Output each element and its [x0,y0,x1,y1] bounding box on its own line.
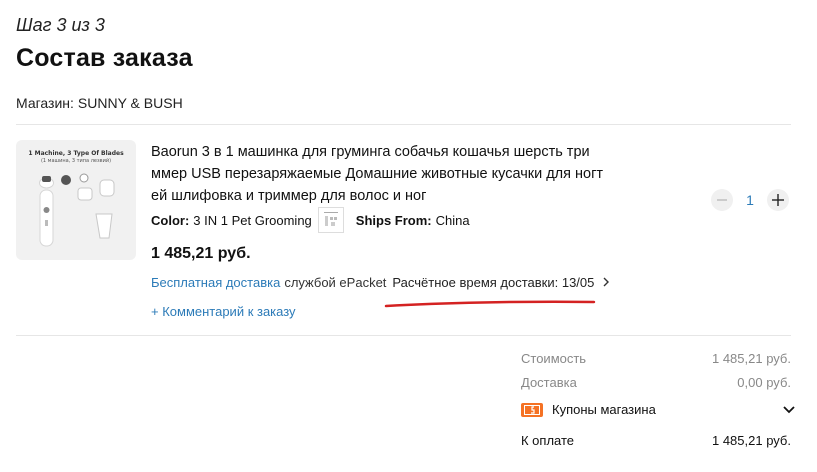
total-value: 1 485,21 руб. [711,433,791,448]
divider [16,124,791,125]
grooming-device-illustration [39,173,115,247]
coupon-icon [521,402,543,417]
minus-icon[interactable] [711,189,733,211]
red-underline-annotation [384,300,596,308]
store-name[interactable]: SUNNY & BUSH [78,95,183,111]
store-info: Магазин: SUNNY & BUSH [16,95,183,111]
quantity-stepper: 1 [711,189,789,211]
store-label: Магазин: [16,95,74,111]
coupon-label: Купоны магазина [552,402,656,417]
product-attributes: Color: 3 IN 1 Pet Grooming Ships From: C… [151,207,470,233]
ships-from-label: Ships From: [355,212,432,228]
delivery-cost-row: Доставка 0,00 руб. [521,375,791,390]
delivery-cost-label: Доставка [521,375,577,390]
product-image[interactable]: 1 Machine, 3 Type Of Blades (1 машина, 3… [16,140,136,260]
plus-icon[interactable] [767,189,789,211]
add-comment-link[interactable]: + Комментарий к заказу [151,304,296,319]
total-row: К оплате 1 485,21 руб. [521,433,791,448]
color-value: 3 IN 1 Pet Grooming [193,212,312,228]
ships-from-value: China [435,212,470,228]
product-title[interactable]: Baorun 3 в 1 машинка для груминга собачь… [151,141,621,207]
cost-row: Стоимость 1 485,21 руб. [521,351,791,366]
delivery-info[interactable]: Бесплатная доставка службой ePacket Расч… [151,275,610,290]
free-delivery-label: Бесплатная доставка [151,275,281,290]
chevron-down-icon[interactable] [783,402,795,417]
checkout-step: Шаг 3 из 3 [16,15,105,35]
color-variant-thumbnail [317,207,344,233]
cost-value: 1 485,21 руб. [711,351,791,366]
delivery-service: службой ePacket [284,275,387,290]
cost-label: Стоимость [521,351,587,366]
store-coupons-toggle[interactable]: Купоны магазина [521,402,795,417]
page-title: Состав заказа [16,44,193,72]
product-price: 1 485,21 руб. [151,245,251,262]
chevron-right-icon[interactable] [602,275,610,290]
variant-image-icon [323,212,338,226]
divider [16,335,791,336]
color-label: Color: [151,212,190,228]
delivery-cost-value: 0,00 руб. [737,375,791,390]
total-label: К оплате [521,433,575,448]
delivery-estimate: Расчётное время доставки: 13/05 [392,275,595,290]
quantity-value[interactable]: 1 [733,192,767,208]
